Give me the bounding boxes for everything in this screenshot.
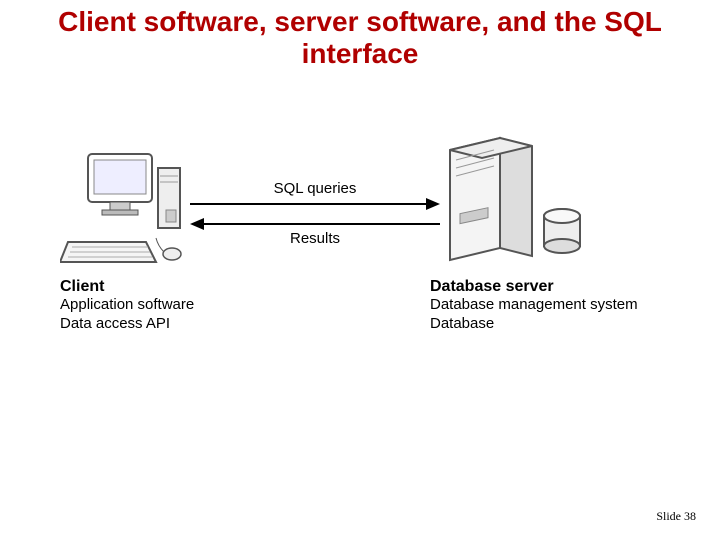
client-line-1: Application software (60, 296, 194, 315)
client-computer-icon (60, 150, 190, 270)
client-text-block: Client Application software Data access … (60, 278, 194, 334)
slide: Client software, server software, and th… (0, 0, 720, 540)
server-tower-icon (430, 130, 590, 270)
server-line-2: Database (430, 315, 638, 334)
arrow-area: SQL queries Results (190, 180, 440, 260)
server-line-1: Database management system (430, 296, 638, 315)
architecture-diagram: SQL queries Results Client Application s… (60, 150, 660, 380)
client-heading: Client (60, 278, 194, 296)
client-line-2: Data access API (60, 315, 194, 334)
slide-number: Slide 38 (656, 509, 696, 524)
server-heading: Database server (430, 278, 638, 296)
server-text-block: Database server Database management syst… (430, 278, 638, 334)
slide-title: Client software, server software, and th… (0, 6, 720, 70)
arrow-label-results: Results (190, 230, 440, 247)
arrows-icon (190, 180, 440, 260)
